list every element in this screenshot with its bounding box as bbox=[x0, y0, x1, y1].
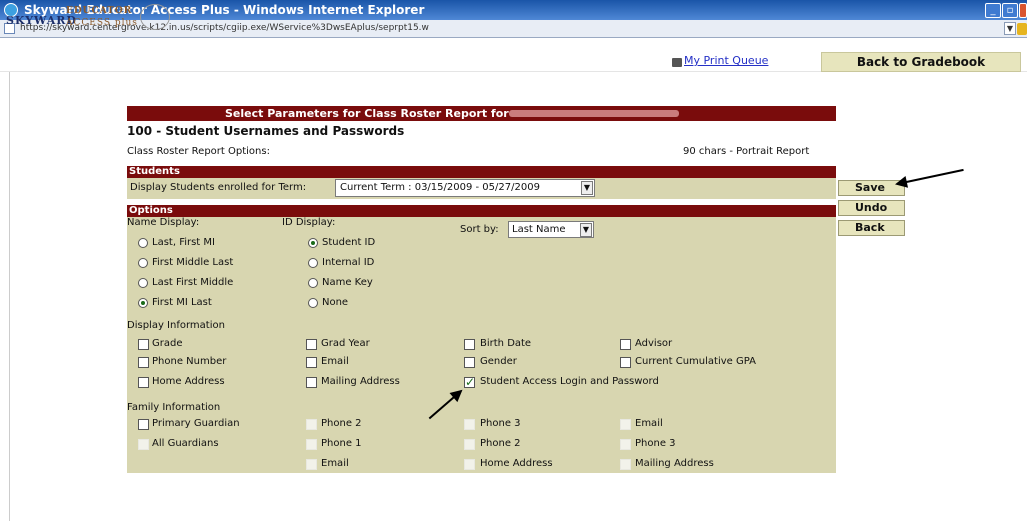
checkbox-label: Mailing Address bbox=[321, 376, 400, 387]
checkbox-label: Grade bbox=[152, 338, 183, 349]
checkbox-label: Grad Year bbox=[321, 338, 370, 349]
radio-first-mi-last[interactable] bbox=[138, 298, 148, 308]
term-label: Display Students enrolled for Term: bbox=[130, 182, 307, 193]
radio-student-id[interactable] bbox=[308, 238, 318, 248]
report-banner: Select Parameters for Class Roster Repor… bbox=[127, 106, 836, 121]
report-title: 100 - Student Usernames and Passwords bbox=[127, 124, 405, 138]
checkbox-label: Home Address bbox=[152, 376, 225, 387]
radio-label: Internal ID bbox=[322, 257, 375, 268]
checkbox-label: Primary Guardian bbox=[152, 418, 240, 429]
annotation-arrow-save bbox=[896, 168, 964, 185]
id-display-label: ID Display: bbox=[282, 217, 336, 228]
checkbox-cumulative-gpa[interactable] bbox=[620, 357, 631, 368]
back-to-gradebook-button[interactable]: Back to Gradebook bbox=[821, 52, 1021, 72]
logo-educator: EDUCATOR bbox=[66, 6, 133, 16]
radio-internal-id[interactable] bbox=[308, 258, 318, 268]
checkbox-label: Email bbox=[635, 418, 663, 429]
term-select[interactable]: Current Term : 03/15/2009 - 05/27/2009 ▼ bbox=[335, 179, 595, 197]
checkbox-grad-year[interactable] bbox=[306, 339, 317, 350]
checkbox-all-home-address[interactable] bbox=[464, 459, 475, 470]
radio-label: Last, First MI bbox=[152, 237, 215, 248]
radio-name-key[interactable] bbox=[308, 278, 318, 288]
radio-last-first-middle[interactable] bbox=[138, 278, 148, 288]
checkbox-student-access-login[interactable] bbox=[464, 375, 475, 389]
radio-label: Name Key bbox=[322, 277, 373, 288]
checkbox-label: Birth Date bbox=[480, 338, 532, 349]
family-info-heading: Family Information bbox=[127, 402, 221, 413]
checkbox-home-address[interactable] bbox=[138, 377, 149, 388]
report-banner-text: Select Parameters for Class Roster Repor… bbox=[225, 107, 509, 120]
checkbox-mailing-address[interactable] bbox=[306, 377, 317, 388]
checkbox-label: Student Access Login and Password bbox=[480, 376, 659, 387]
address-dropdown-icon[interactable]: ▼ bbox=[1004, 22, 1016, 35]
checkbox-label: Home Address bbox=[480, 458, 553, 469]
maximize-button[interactable]: ▫ bbox=[1002, 3, 1018, 18]
checkbox-label: Phone 2 bbox=[480, 438, 521, 449]
checkbox-all-guardians[interactable] bbox=[138, 439, 149, 450]
checkbox-primary-phone-3[interactable] bbox=[464, 419, 475, 430]
checkbox-label: Current Cumulative GPA bbox=[635, 356, 756, 367]
checkbox-label: Phone 1 bbox=[321, 438, 362, 449]
display-info-heading: Display Information bbox=[127, 320, 225, 331]
checkbox-label: All Guardians bbox=[152, 438, 219, 449]
sort-select[interactable]: Last Name ▼ bbox=[508, 221, 594, 238]
checkbox-primary-email[interactable] bbox=[620, 419, 631, 430]
report-options-label: Class Roster Report Options: bbox=[127, 146, 270, 157]
sort-select-value: Last Name bbox=[512, 224, 566, 235]
radio-label: None bbox=[322, 297, 349, 308]
checkbox-all-email[interactable] bbox=[306, 459, 317, 470]
students-heading: Students bbox=[127, 166, 836, 178]
undo-button[interactable]: Undo bbox=[838, 200, 905, 216]
back-button[interactable]: Back bbox=[838, 220, 905, 236]
redacted-name bbox=[509, 110, 679, 117]
options-heading: Options bbox=[127, 205, 836, 217]
radio-label: First Middle Last bbox=[152, 257, 234, 268]
checkbox-label: Gender bbox=[480, 356, 517, 367]
lock-icon[interactable] bbox=[1017, 23, 1027, 35]
checkbox-all-phone-3[interactable] bbox=[620, 439, 631, 450]
checkbox-label: Email bbox=[321, 356, 349, 367]
left-frame-edge bbox=[0, 72, 10, 521]
term-select-value: Current Term : 03/15/2009 - 05/27/2009 bbox=[340, 182, 540, 193]
radio-first-middle-last[interactable] bbox=[138, 258, 148, 268]
checkbox-label: Phone 3 bbox=[480, 418, 521, 429]
checkbox-label: Email bbox=[321, 458, 349, 469]
checkbox-all-phone-1[interactable] bbox=[306, 439, 317, 450]
name-display-label: Name Display: bbox=[127, 217, 200, 228]
checkbox-all-phone-2[interactable] bbox=[464, 439, 475, 450]
close-button[interactable] bbox=[1019, 3, 1027, 18]
checkbox-primary-guardian[interactable] bbox=[138, 419, 149, 430]
checkbox-label: Phone Number bbox=[152, 356, 227, 367]
checkbox-primary-phone-2[interactable] bbox=[306, 419, 317, 430]
checkbox-phone-number[interactable] bbox=[138, 357, 149, 368]
checkbox-label: Advisor bbox=[635, 338, 673, 349]
checkbox-label: Mailing Address bbox=[635, 458, 714, 469]
radio-label: First MI Last bbox=[152, 297, 212, 308]
radio-label: Student ID bbox=[322, 237, 376, 248]
checkbox-all-mailing-address[interactable] bbox=[620, 459, 631, 470]
minimize-button[interactable]: _ bbox=[985, 3, 1001, 18]
sort-by-label: Sort by: bbox=[460, 224, 499, 235]
logo-emblem-icon bbox=[140, 4, 170, 30]
checkbox-advisor[interactable] bbox=[620, 339, 631, 350]
chevron-down-icon[interactable]: ▼ bbox=[581, 181, 593, 195]
print-queue-link[interactable]: My Print Queue bbox=[684, 54, 768, 67]
radio-label: Last First Middle bbox=[152, 277, 234, 288]
chevron-down-icon[interactable]: ▼ bbox=[580, 223, 592, 237]
checkbox-grade[interactable] bbox=[138, 339, 149, 350]
radio-last-first-mi[interactable] bbox=[138, 238, 148, 248]
printer-icon[interactable] bbox=[672, 58, 682, 67]
checkbox-label: Phone 3 bbox=[635, 438, 676, 449]
checkbox-email[interactable] bbox=[306, 357, 317, 368]
radio-none[interactable] bbox=[308, 298, 318, 308]
report-format: 90 chars - Portrait Report bbox=[683, 146, 810, 157]
checkbox-gender[interactable] bbox=[464, 357, 475, 368]
checkbox-birth-date[interactable] bbox=[464, 339, 475, 350]
checkbox-label: Phone 2 bbox=[321, 418, 362, 429]
logo-access: ACCESS plus bbox=[66, 18, 138, 28]
